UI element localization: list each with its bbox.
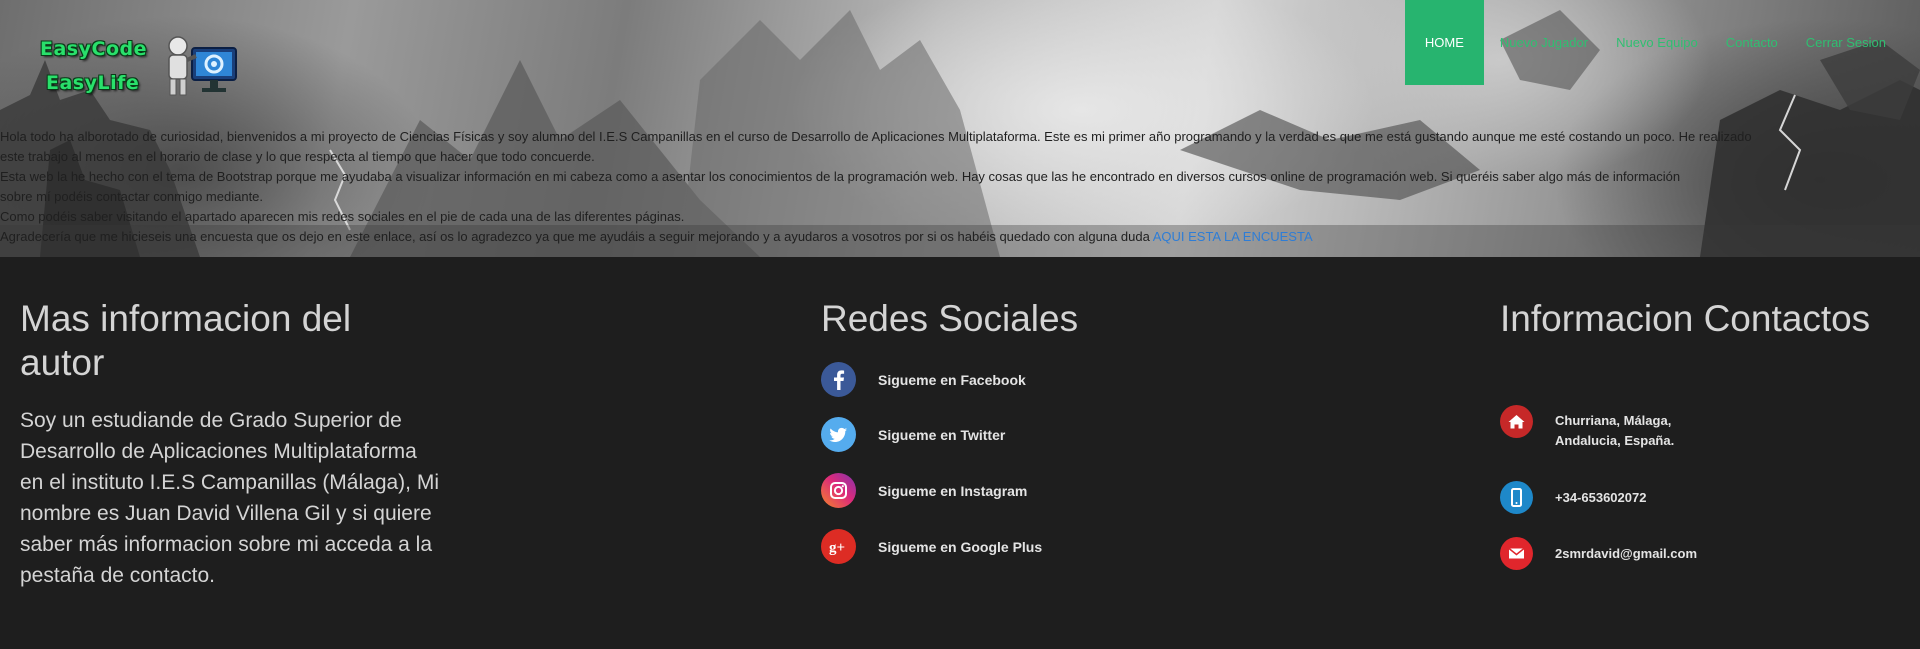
contact-title: Informacion Contactos [1500,298,1871,339]
intro-line: Agradecería que me hicieseis una encuest… [0,227,1920,247]
intro-line: este trabajo al menos en el horario de c… [0,149,595,164]
svg-text:g+: g+ [829,540,845,556]
main-navigation: HOME Nuevo Jugador Nuevo Equipo Contacto… [1404,0,1900,85]
contact-email-text: 2smrdavid@gmail.com [1555,545,1698,561]
twitter-icon [821,417,856,452]
facebook-icon [821,362,856,397]
social-facebook[interactable]: Sigueme en Facebook [821,362,1026,397]
phone-icon [1500,481,1533,514]
contact-phone-text: +34-653602072 [1555,489,1647,505]
social-title: Redes Sociales [821,298,1079,339]
logo-line-1: EasyCode [40,38,147,60]
contact-phone[interactable]: +34-653602072 [1500,481,1646,514]
home-icon [1500,405,1533,438]
social-instagram[interactable]: Sigueme en Instagram [821,473,1027,508]
intro-line: Como podéis saber visitando el apartado … [0,209,685,224]
instagram-icon [821,473,856,508]
intro-text: Hola todo ha alborotado de curiosidad, b… [0,127,1920,247]
robot-computer-icon [168,36,237,96]
nav-nuevo-equipo[interactable]: Nuevo Equipo [1602,0,1712,85]
contact-address: Churriana, Málaga, Andalucia, España. [1500,405,1674,451]
intro-line-text: Agradecería que me hicieseis una encuest… [0,229,1150,244]
social-label: Sigueme en Facebook [878,371,1026,388]
nav-home[interactable]: HOME [1404,0,1484,85]
contact-address-text: Churriana, Málaga, Andalucia, España. [1555,411,1674,451]
survey-link[interactable]: AQUI ESTA LA ENCUESTA [1153,229,1313,244]
hero-banner: EasyCode EasyLife HOME Nuevo Jugador Nue… [0,0,1920,257]
about-text: Soy un estudiande de Grado Superior de D… [20,409,440,587]
email-icon [1500,537,1533,570]
address-line-1: Churriana, Málaga, [1555,413,1672,428]
nav-cerrar-sesion[interactable]: Cerrar Sesion [1792,0,1900,85]
social-twitter[interactable]: Sigueme en Twitter [821,417,1005,452]
social-google-plus[interactable]: g+ Sigueme en Google Plus [821,529,1042,564]
logo-line-2: EasyLife [46,72,140,94]
address-line-2: Andalucia, España. [1555,433,1675,448]
intro-line: sobre mí podéis contactar conmigo median… [0,189,264,204]
intro-line: Hola todo ha alborotado de curiosidad, b… [0,129,1752,144]
google-plus-icon: g+ [821,529,856,564]
social-label: Sigueme en Google Plus [878,538,1043,555]
social-label: Sigueme en Instagram [878,482,1028,499]
intro-line: Esta web la he hecho con el tema de Boot… [0,169,1681,184]
site-logo[interactable]: EasyCode EasyLife [36,32,246,102]
contact-email[interactable]: 2smrdavid@gmail.com [1500,537,1697,570]
about-title: Mas informacion del autor [20,298,352,383]
social-label: Sigueme en Twitter [878,426,1006,443]
nav-contacto[interactable]: Contacto [1712,0,1792,85]
footer: Mas informacion del autor Soy un estudia… [0,257,1920,649]
nav-nuevo-jugador[interactable]: Nuevo Jugador [1486,0,1602,85]
